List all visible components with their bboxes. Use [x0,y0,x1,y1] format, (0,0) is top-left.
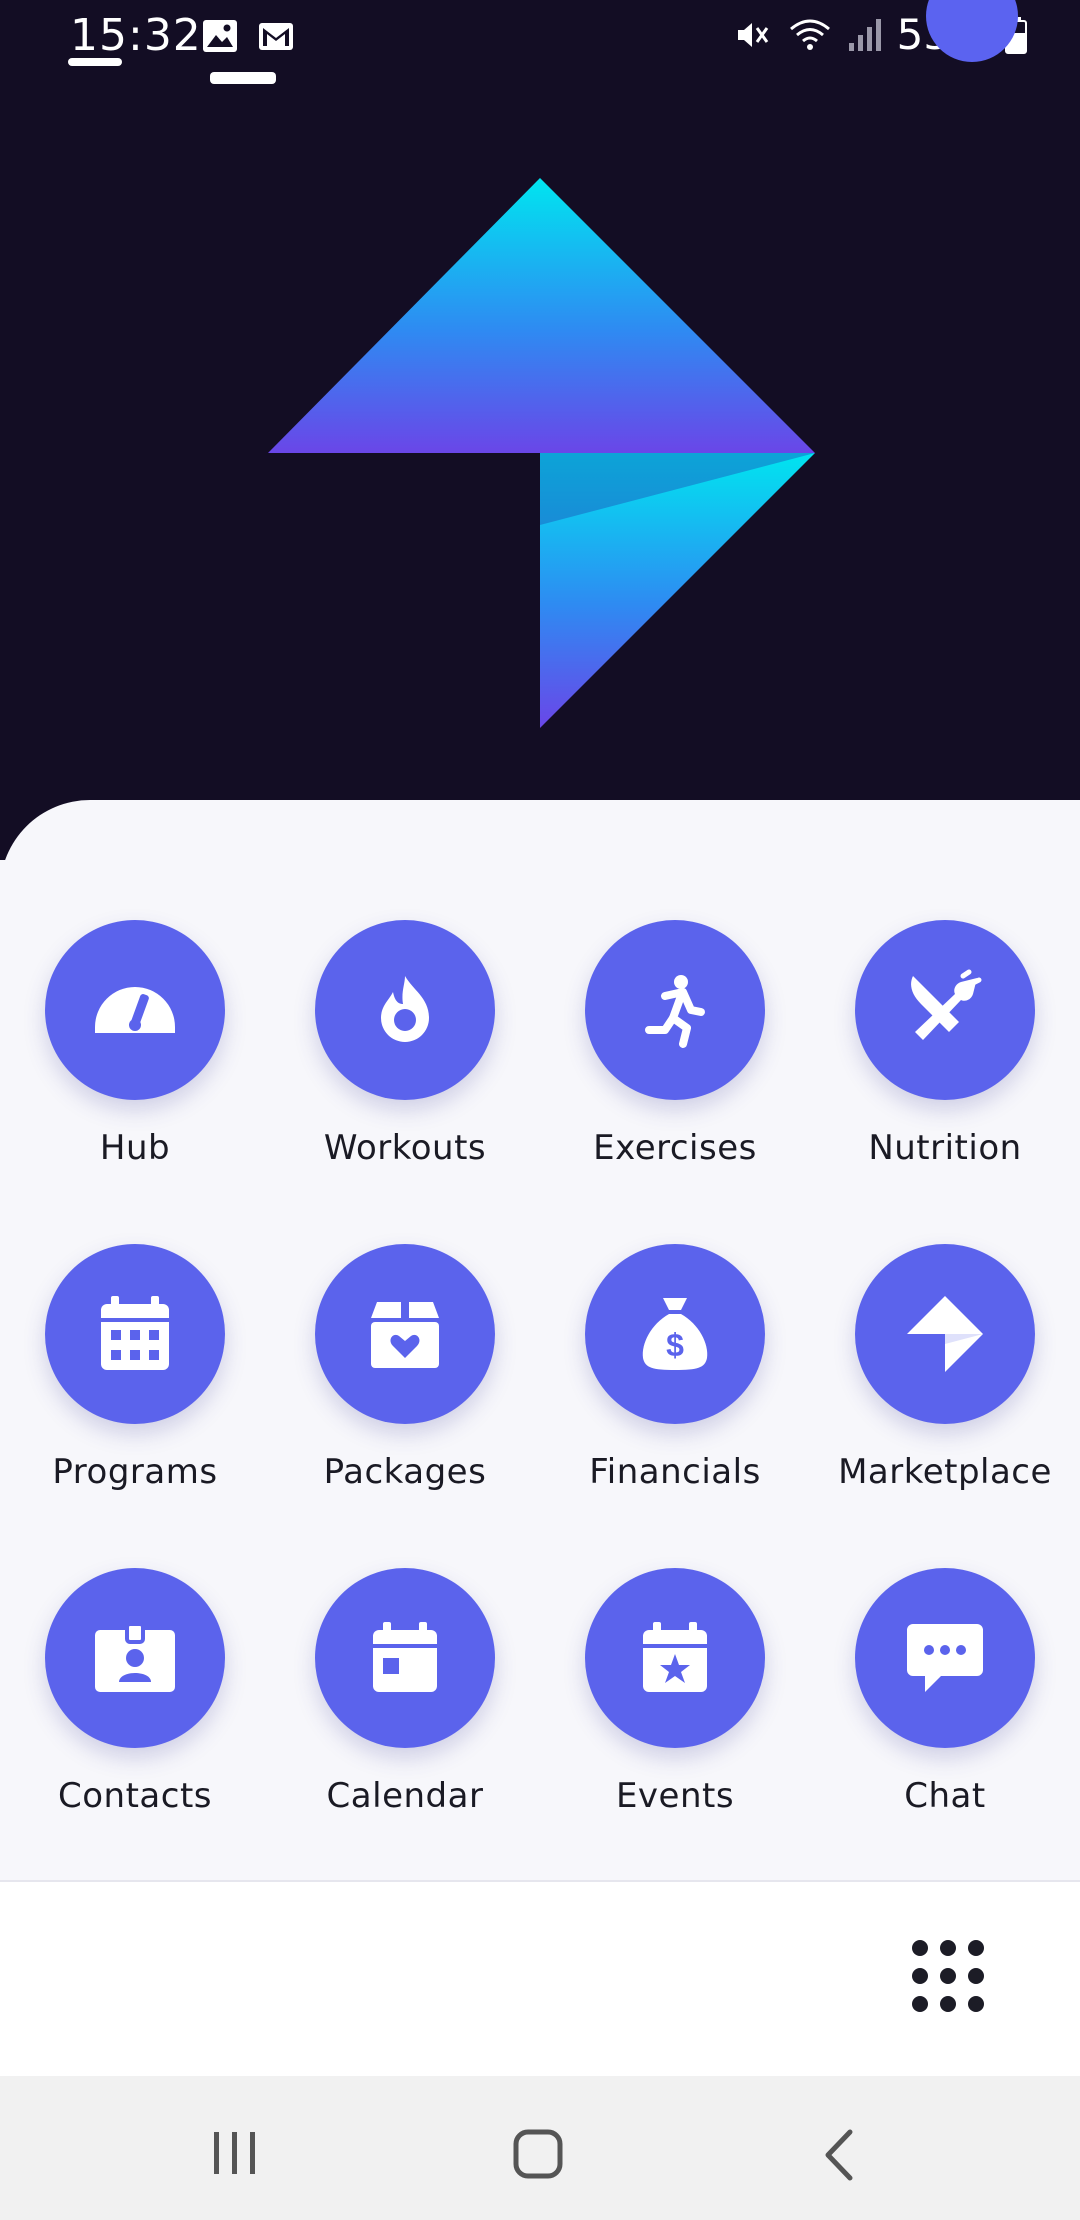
menu-item-packages[interactable]: Packages [270,1244,540,1524]
id-card-icon[interactable] [45,1568,225,1748]
brand-arrow-icon[interactable] [855,1244,1035,1424]
system-nav-bar [0,2076,1080,2220]
menu-icon[interactable] [68,58,122,66]
menu-label: Chat [904,1776,986,1816]
menu-item-contacts[interactable]: Contacts [0,1568,270,1848]
menu-item-nutrition[interactable]: Nutrition [810,920,1080,1200]
signal-icon [848,18,881,51]
menu-label: Exercises [593,1128,757,1168]
hero-header: 15:32 [0,0,1080,860]
menu-label: Financials [589,1452,761,1492]
home-icon[interactable] [512,2128,566,2182]
menu-label: Hub [99,1128,171,1168]
calendar-icon[interactable] [315,1568,495,1748]
image-icon [203,20,237,52]
menu-item-workouts[interactable]: Workouts [270,920,540,1200]
menu-item-calendar[interactable]: Calendar [270,1568,540,1848]
money-bag-icon[interactable]: $ [585,1244,765,1424]
menu-item-exercises[interactable]: Exercises [540,920,810,1200]
compose-icon[interactable] [210,72,276,84]
back-icon[interactable] [820,2128,860,2182]
menu-item-chat[interactable]: Chat [810,1568,1080,1848]
menu-item-financials[interactable]: $ Financials [540,1244,810,1524]
svg-text:$: $ [666,1327,684,1363]
app-menu-panel: Hub Workouts Exercises Nutrition Program… [0,800,1080,1880]
chat-bubble-icon[interactable] [855,1568,1035,1748]
speedometer-icon[interactable] [45,920,225,1100]
menu-label: Contacts [58,1776,212,1816]
menu-label: Nutrition [868,1128,1022,1168]
recents-icon[interactable] [210,2128,260,2178]
flame-icon[interactable] [315,920,495,1100]
menu-item-events[interactable]: Events [540,1568,810,1848]
brand-logo [260,170,820,740]
menu-label: Workouts [323,1128,487,1168]
menu-item-marketplace[interactable]: Marketplace [810,1244,1080,1524]
calendar-star-icon[interactable] [585,1568,765,1748]
menu-label: Events [615,1776,735,1816]
menu-label: Programs [52,1452,218,1492]
menu-item-hub[interactable]: Hub [0,920,270,1200]
grid-dots-icon[interactable] [910,1938,986,2014]
bottom-toolbar [0,1880,1080,2078]
status-bar: 15:32 [0,0,1080,74]
gmail-icon [259,23,293,50]
running-icon[interactable] [585,920,765,1100]
menu-label: Marketplace [838,1452,1052,1492]
menu-item-programs[interactable]: Programs [0,1244,270,1524]
wifi-icon [789,19,830,50]
mute-icon [737,22,768,47]
status-time: 15:32 [70,10,202,61]
menu-label: Packages [323,1452,487,1492]
heart-box-icon[interactable] [315,1244,495,1424]
menu-label: Calendar [326,1776,484,1816]
calendar-grid-icon[interactable] [45,1244,225,1424]
utensils-icon[interactable] [855,920,1035,1100]
